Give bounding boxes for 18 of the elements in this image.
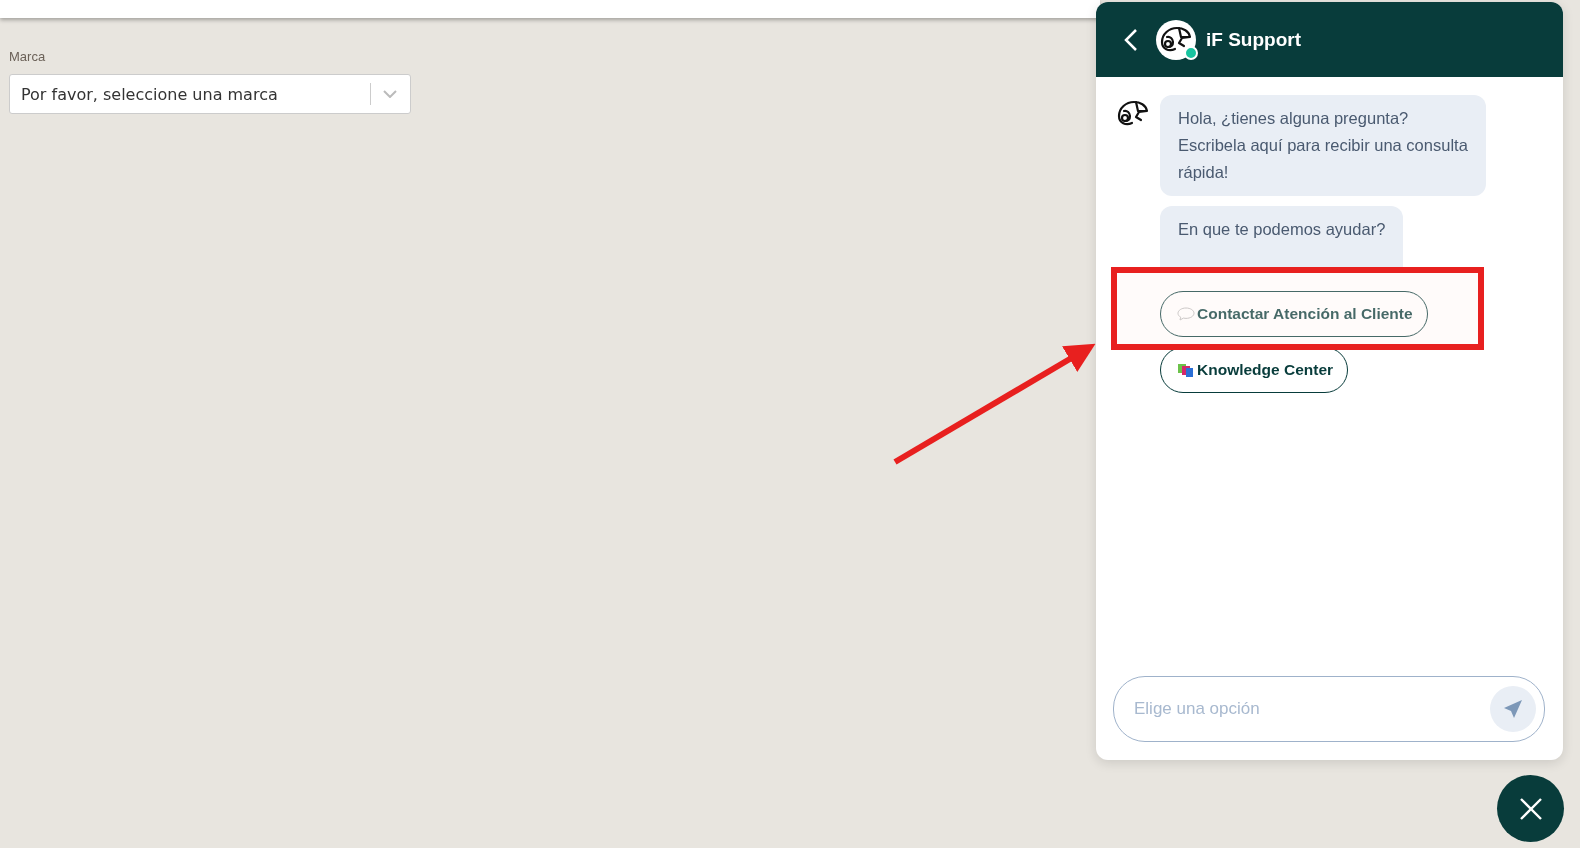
books-icon — [1177, 362, 1195, 378]
send-button[interactable] — [1490, 686, 1536, 732]
chevron-down-icon — [383, 90, 397, 98]
message-text: En que te podemos ayudar? — [1178, 219, 1386, 240]
paper-plane-icon — [1503, 699, 1523, 719]
close-icon — [1518, 796, 1543, 821]
chat-title: iF Support — [1206, 28, 1301, 51]
speech-bubble-icon — [1177, 307, 1195, 321]
select-placeholder: Por favor, seleccione una marca — [21, 84, 279, 104]
message-text: Escribela aquí para recibir una consulta rápida! — [1178, 135, 1468, 183]
message-text: Hola, ¿tienes alguna pregunta? — [1178, 108, 1410, 129]
quick-reply-button[interactable]: Contactar Atención al Cliente — [1160, 291, 1428, 337]
message-input[interactable]: Elige una opción — [1132, 698, 1490, 720]
quick-reply-button[interactable]: Knowledge Center — [1160, 347, 1349, 393]
back-chevron-icon[interactable] — [1124, 27, 1138, 52]
field-label: Marca — [9, 49, 46, 64]
message-input-field[interactable]: Elige una opción — [1113, 676, 1545, 742]
brand-select[interactable]: Por favor, seleccione una marca — [9, 74, 411, 114]
